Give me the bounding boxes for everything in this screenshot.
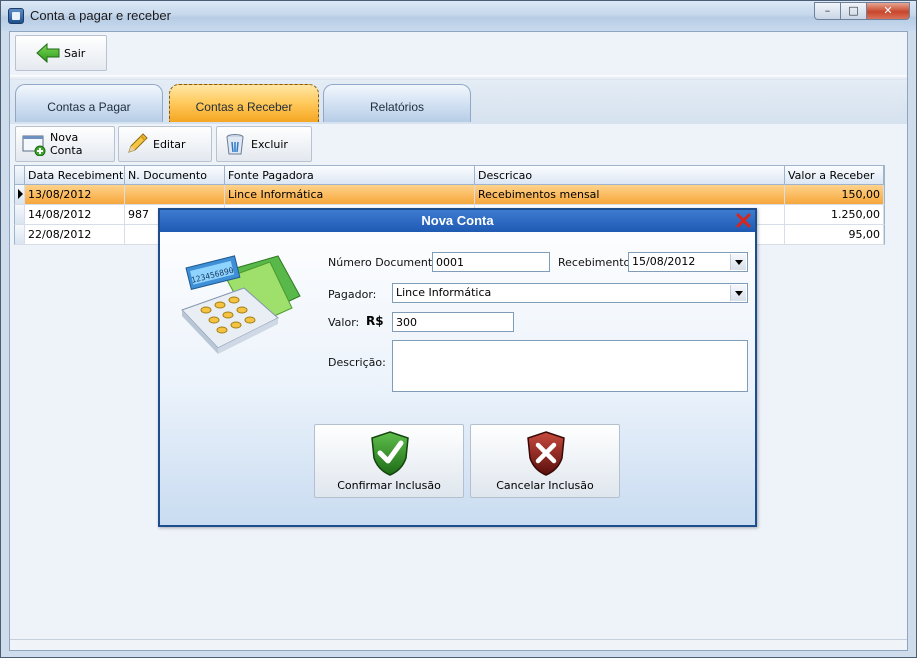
- payer-label: Pagador:: [328, 288, 377, 301]
- column-header[interactable]: Data Recebimento: [25, 166, 125, 184]
- tab-relatorios[interactable]: Relatórios: [323, 84, 471, 122]
- value-label: Valor:: [328, 316, 360, 329]
- cancel-inclusion-label: Cancelar Inclusão: [496, 479, 594, 492]
- cancel-inclusion-button[interactable]: Cancelar Inclusão: [470, 424, 620, 498]
- action-bar: Nova Conta Editar Excluir: [10, 124, 907, 164]
- new-account-label: Nova Conta: [50, 131, 83, 157]
- cell-doc: [125, 185, 225, 204]
- grid-header: Data Recebimento N. Documento Fonte Paga…: [14, 165, 885, 185]
- description-textarea[interactable]: [392, 340, 748, 392]
- exit-button[interactable]: Sair: [15, 35, 107, 71]
- column-header[interactable]: N. Documento: [125, 166, 225, 184]
- horizontal-scrollbar[interactable]: [10, 639, 907, 650]
- tab-contas-a-receber[interactable]: Contas a Receber: [169, 84, 319, 122]
- row-selector[interactable]: [15, 205, 25, 224]
- row-selector[interactable]: [15, 225, 25, 244]
- cell-date: 22/08/2012: [25, 225, 125, 244]
- cell-source: Lince Informática: [225, 185, 475, 204]
- row-selector[interactable]: [15, 185, 25, 204]
- document-number-label: Número Documento:: [328, 256, 443, 269]
- close-button[interactable]: ✕: [866, 2, 910, 20]
- cell-date: 13/08/2012: [25, 185, 125, 204]
- dialog-close-icon[interactable]: [735, 212, 752, 229]
- description-label: Descrição:: [328, 356, 386, 369]
- exit-label: Sair: [64, 46, 86, 60]
- cell-desc: Recebimentos mensal: [475, 185, 785, 204]
- currency-symbol: R$: [366, 314, 384, 328]
- window-title: Conta a pagar e receber: [30, 8, 171, 23]
- x-shield-icon: [525, 430, 567, 476]
- column-header[interactable]: Fonte Pagadora: [225, 166, 475, 184]
- recycle-bin-icon: [223, 132, 247, 156]
- dialog-title: Nova Conta: [160, 210, 755, 232]
- new-account-button[interactable]: Nova Conta: [15, 126, 115, 162]
- column-header[interactable]: Descricao: [475, 166, 785, 184]
- cell-value: 150,00: [785, 185, 884, 204]
- chevron-down-icon[interactable]: [730, 285, 746, 301]
- delete-label: Excluir: [251, 137, 288, 151]
- table-row[interactable]: 13/08/2012 Lince Informática Recebimento…: [14, 185, 885, 205]
- checkmark-shield-icon: [369, 430, 411, 476]
- column-header[interactable]: Valor a Receber: [785, 166, 884, 184]
- minimize-button[interactable]: –: [814, 2, 840, 20]
- row-header-corner: [15, 166, 25, 184]
- maximize-button[interactable]: □: [840, 2, 866, 20]
- amount-input[interactable]: [392, 312, 514, 332]
- cell-value: 95,00: [785, 225, 884, 244]
- back-arrow-icon: [36, 42, 60, 64]
- receipt-date-value: 15/08/2012: [632, 255, 696, 268]
- new-account-dialog: Nova Conta 123456890 Número Documento: 0…: [158, 208, 757, 527]
- confirm-inclusion-label: Confirmar Inclusão: [337, 479, 441, 492]
- confirm-inclusion-button[interactable]: Confirmar Inclusão: [314, 424, 464, 498]
- new-document-icon: [22, 132, 46, 157]
- payer-select[interactable]: Lince Informática: [392, 283, 748, 303]
- title-bar: Conta a pagar e receber – □ ✕: [1, 1, 916, 31]
- main-window: Conta a pagar e receber – □ ✕ Sair Conta…: [0, 0, 917, 658]
- delete-button[interactable]: Excluir: [216, 126, 312, 162]
- tab-strip: Contas a Pagar Contas a Receber Relatóri…: [10, 80, 907, 124]
- calculator-folder-icon: 123456890: [178, 248, 308, 358]
- pencil-icon: [125, 132, 149, 156]
- edit-button[interactable]: Editar: [118, 126, 212, 162]
- cell-date: 14/08/2012: [25, 205, 125, 224]
- payer-value: Lince Informática: [396, 286, 492, 299]
- chevron-down-icon[interactable]: [730, 254, 746, 270]
- document-number-input[interactable]: [432, 252, 550, 272]
- cell-value: 1.250,00: [785, 205, 884, 224]
- receipt-date-picker[interactable]: 15/08/2012: [628, 252, 748, 272]
- tab-contas-a-pagar[interactable]: Contas a Pagar: [15, 84, 163, 122]
- window-controls: – □ ✕: [814, 2, 910, 20]
- edit-label: Editar: [153, 137, 186, 151]
- receipt-date-label: Recebimento:: [558, 256, 634, 269]
- app-icon: [8, 8, 24, 24]
